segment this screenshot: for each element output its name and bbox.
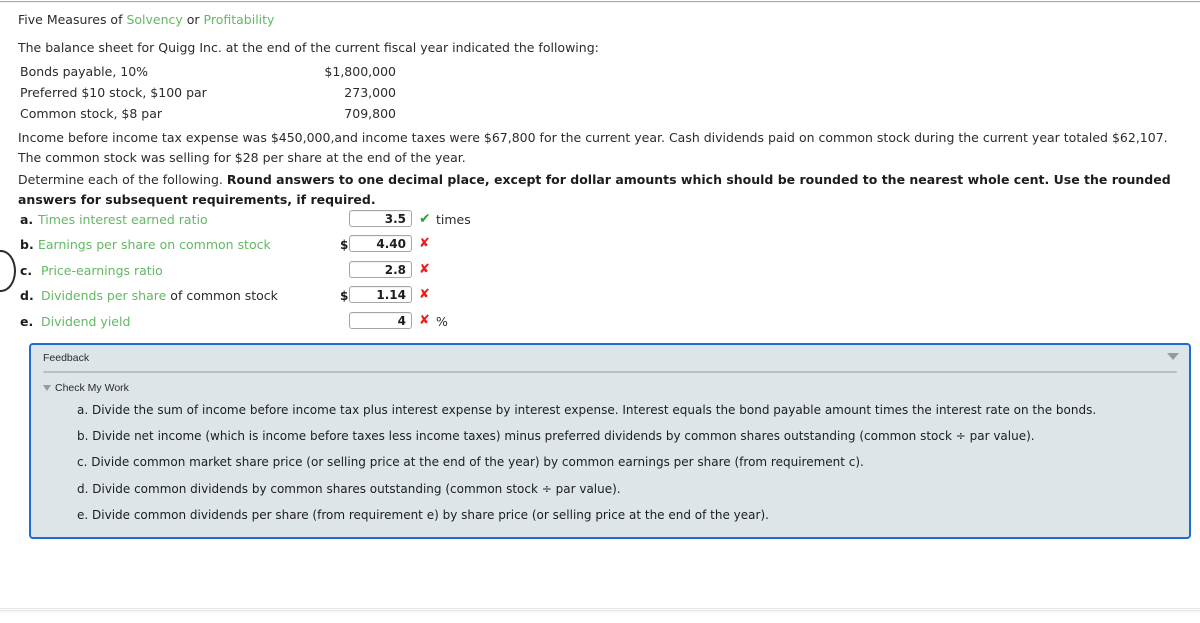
feedback-items: a. Divide the sum of income before incom… [51,403,1171,534]
answer-unit: times [436,212,471,227]
list-item: c. Divide common market share price (or … [77,455,864,470]
bottom-divider [0,608,1200,613]
list-item: e. Divide common dividends per share (fr… [77,507,769,522]
currency-prefix: $ [340,238,349,253]
table-row: Common stock, $8 par 709,800 [20,103,400,124]
answer-label-green: Times interest earned ratio [38,212,208,227]
table-row: Bonds payable, 10% $1,800,000 [20,61,400,82]
balance-sheet-amount: 709,800 [344,106,396,121]
answer-label-green: Dividends per share [41,288,167,304]
list-item: b. Divide net income (which is income be… [77,429,1035,444]
table-row: Preferred $10 stock, $100 par 273,000 [20,82,400,103]
page-title: Five Measures of Solvency or Profitabili… [18,12,274,27]
answer-row-e: e. Dividend yield 4 ✘ % [0,311,1200,337]
answer-letter: b. [20,237,34,253]
intro-text: The balance sheet for Quigg Inc. at the … [18,40,599,55]
answer-label-green: Earnings per share on common stock [38,237,271,253]
answer-input-c[interactable]: 2.8 [349,260,412,278]
answer-row-c: c. Price-earnings ratio 2.8 ✘ [0,260,1200,286]
answer-label-green: Price-earnings ratio [41,262,163,278]
list-item: a. Divide the sum of income before incom… [77,403,1097,417]
answer-label: Earnings per share on common stock [38,237,271,252]
answer-label: Dividends per share of common stock [41,288,278,303]
answer-letter: c. [20,262,33,278]
check-my-work-toggle[interactable]: Check My Work [55,382,129,394]
triangle-down-icon[interactable] [43,385,51,391]
answer-letter: a. [20,212,34,227]
top-divider [0,0,1200,3]
determine-paragraph: Determine each of the following. Round a… [18,170,1188,210]
feedback-title: Feedback [43,352,90,364]
currency-prefix: $ [340,289,349,304]
answer-unit: % [436,313,448,329]
answer-label: Times interest earned ratio [38,212,208,227]
answer-label-dark: of common stock [166,288,278,304]
answer-input-e[interactable]: 4 [349,311,412,329]
answers-list: a. Times interest earned ratio 3.5 ✔ tim… [0,210,1200,337]
list-item: d. Divide common dividends by common sha… [77,481,621,496]
answer-label-green: Dividend yield [41,313,131,329]
feedback-panel: Feedback Check My Work a. Divide the sum… [29,343,1191,539]
balance-sheet-amount: $1,800,000 [324,64,396,79]
balance-sheet-table: Bonds payable, 10% $1,800,000 Preferred … [20,61,400,124]
answer-input-d[interactable]: 1.14 [349,286,412,304]
page-title-link-profitability[interactable]: Profitability [204,12,275,27]
page-title-link-solvency[interactable]: Solvency [126,12,182,27]
answer-row-a: a. Times interest earned ratio 3.5 ✔ tim… [0,210,1200,235]
answer-row-b: b. Earnings per share on common stock $ … [0,235,1200,260]
answer-row-d: d. Dividends per share of common stock $… [0,286,1200,311]
answer-label: Dividend yield [41,314,130,329]
answer-letter: e. [20,313,34,329]
answer-letter: d. [20,288,34,304]
page-title-prefix: Five Measures of [18,12,127,27]
income-paragraph: Income before income tax expense was $45… [18,130,1168,165]
answer-input-a[interactable]: 3.5 [349,210,412,227]
feedback-divider [43,371,1177,373]
cross-icon: ✘ [419,312,430,328]
check-icon: ✔ [419,211,431,227]
cross-icon: ✘ [419,236,430,252]
determine-lead: Determine each of the following. [18,172,227,187]
balance-sheet-amount: 273,000 [344,85,396,100]
cross-icon: ✘ [419,287,430,303]
chevron-down-icon[interactable] [1167,353,1179,360]
cross-icon: ✘ [419,261,430,277]
page-title-conjunction: or [182,12,204,27]
answer-input-b[interactable]: 4.40 [349,235,412,253]
answer-label: Price-earnings ratio [41,263,163,278]
